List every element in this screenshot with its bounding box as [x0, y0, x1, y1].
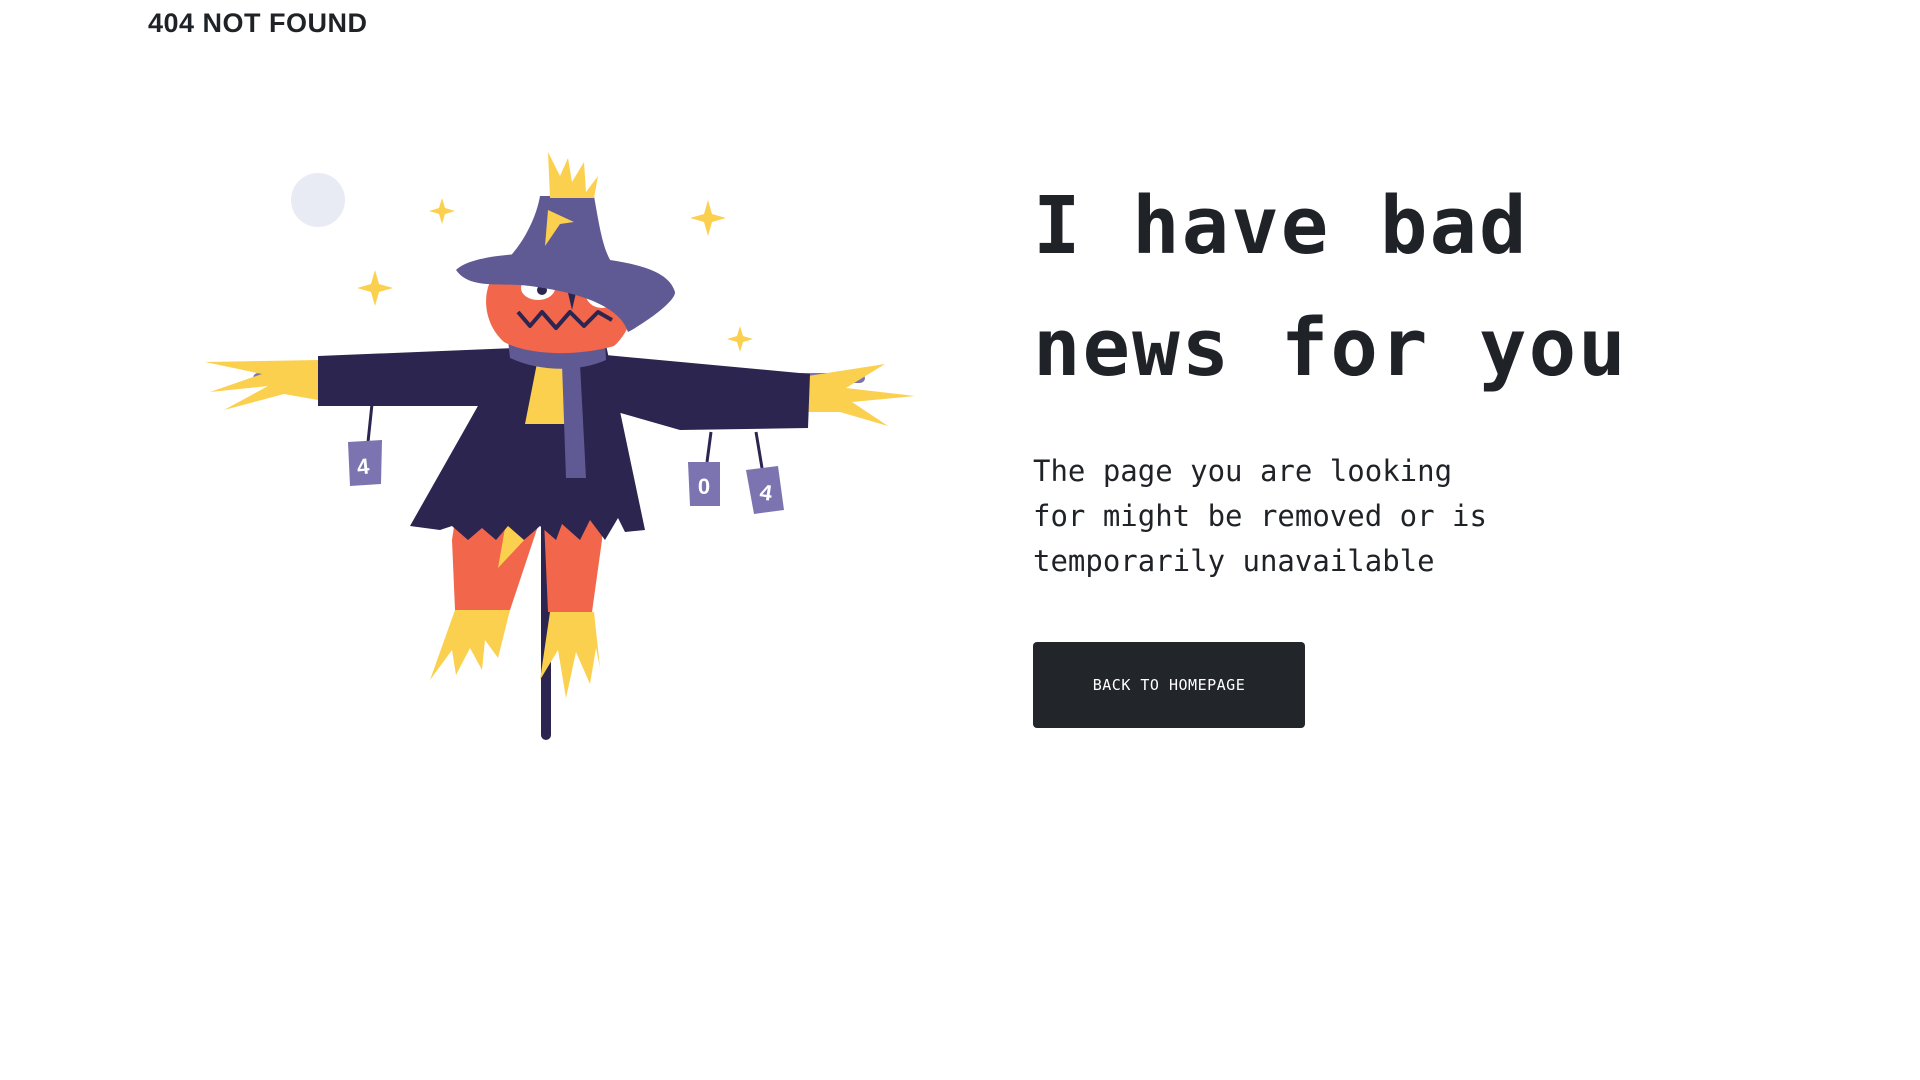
- left-foot-straw: [430, 610, 510, 680]
- can-string: [705, 431, 713, 463]
- scarecrow-illustration: 4 0 4: [205, 152, 915, 740]
- moon-icon: [291, 173, 345, 227]
- can-string: [754, 431, 764, 469]
- error-content: I have bad news for you The page you are…: [1033, 165, 1733, 728]
- can-middle-label: 0: [698, 474, 710, 499]
- page: 404 NOT FOUND 4 0 4 I have bad news for …: [0, 0, 1920, 1080]
- hat-straw: [548, 152, 598, 198]
- can-string: [366, 403, 374, 443]
- page-title: 404 NOT FOUND: [148, 8, 368, 38]
- sparkle-icon: [357, 270, 393, 306]
- error-message: The page you are looking for might be re…: [1033, 454, 1487, 578]
- sparkle-icon: [429, 198, 455, 224]
- error-headline: I have bad news for you: [1033, 180, 1628, 394]
- sparkle-icon: [690, 200, 726, 236]
- hat-crown: [500, 196, 616, 270]
- left-straw-hand: [205, 360, 318, 410]
- back-to-homepage-button[interactable]: BACK TO HOMEPAGE: [1033, 642, 1305, 728]
- sparkle-icon: [727, 326, 753, 352]
- right-sleeve: [595, 354, 810, 430]
